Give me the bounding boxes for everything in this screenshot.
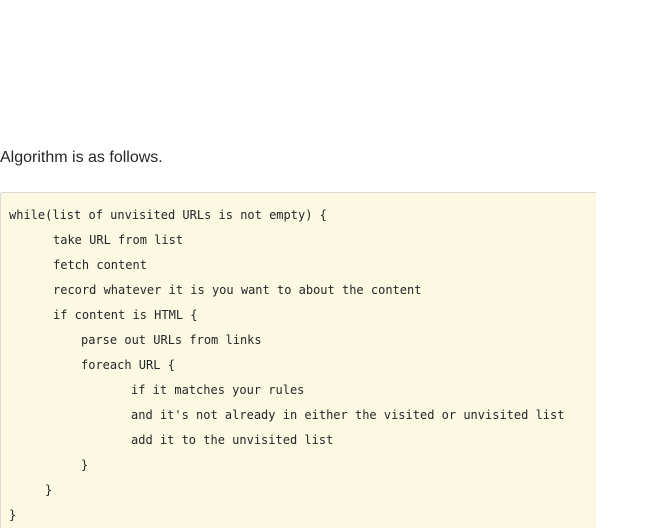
code-line-close-if: } xyxy=(45,483,53,497)
code-line-close-foreach: } xyxy=(81,458,89,472)
intro-paragraph: Algorithm is as follows. xyxy=(0,149,163,166)
code-line-not-visited: and it's not already in either the visit… xyxy=(131,408,565,422)
code-line-fetch: fetch content xyxy=(53,258,147,272)
code-line-close-while: } xyxy=(9,508,17,522)
code-line-take-url: take URL from list xyxy=(53,233,184,247)
code-line-if-html: if content is HTML { xyxy=(53,308,198,322)
code-block: while(list of unvisited URLs is not empt… xyxy=(0,192,596,528)
code-line-while: while(list of unvisited URLs is not empt… xyxy=(9,208,327,222)
code-line-matches: if it matches your rules xyxy=(131,383,305,397)
code-line-parse: parse out URLs from links xyxy=(81,333,262,347)
page: Algorithm is as follows. while(list of u… xyxy=(0,0,656,528)
code-line-record: record whatever it is you want to about … xyxy=(53,283,422,297)
code-line-add: add it to the unvisited list xyxy=(131,433,334,447)
code-line-foreach: foreach URL { xyxy=(81,358,175,372)
